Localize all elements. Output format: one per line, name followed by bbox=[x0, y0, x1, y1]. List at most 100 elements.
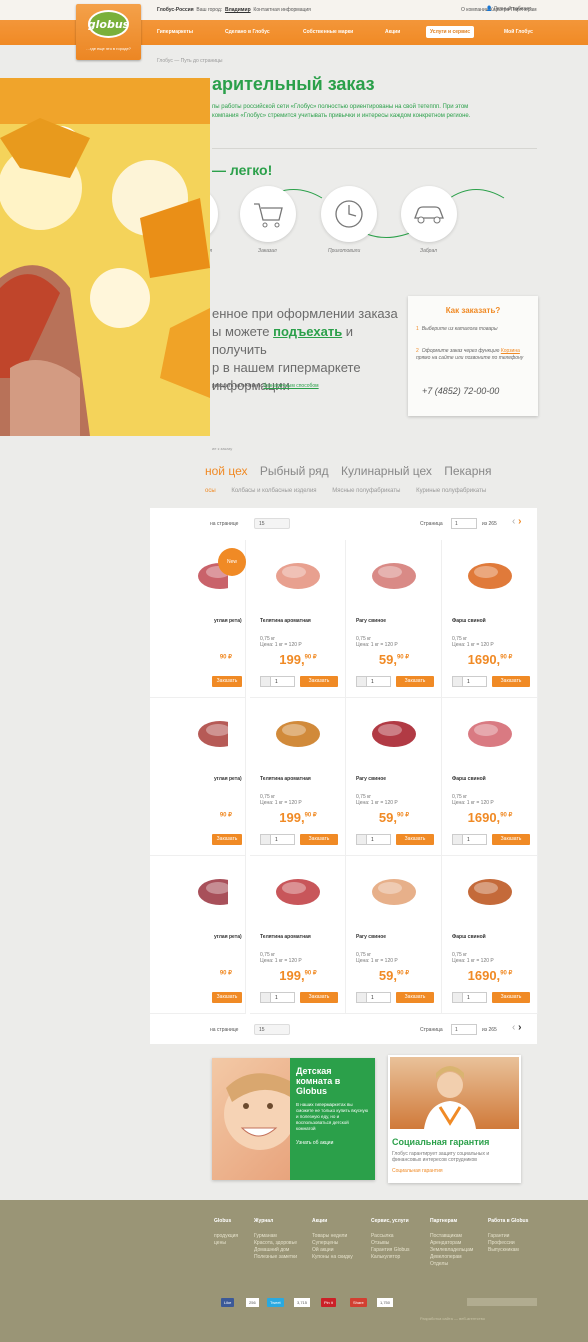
quantity-field[interactable]: 1 bbox=[452, 992, 487, 1003]
next-arrow-icon[interactable]: › bbox=[518, 516, 521, 527]
footer-col-links[interactable]: Рассылка Отзывы Гарантия Globus Калькуля… bbox=[371, 1233, 410, 1261]
product-card[interactable]: Рагу свиное 0,75 кг Цена: 1 кг = 120 Р 59,9… bbox=[346, 698, 442, 856]
per-page-select[interactable]: 15 bbox=[254, 518, 290, 529]
cart-link[interactable]: Корзина bbox=[501, 348, 520, 354]
product-card[interactable]: Телятина ароматная 0,75 кг Цена: 1 кг = 12… bbox=[250, 698, 346, 856]
prev-arrow-icon[interactable]: ‹ bbox=[512, 516, 515, 527]
product-name[interactable]: Телятина ароматная bbox=[260, 618, 311, 624]
product-image[interactable] bbox=[268, 870, 328, 910]
share-button[interactable]: Share bbox=[350, 1298, 367, 1307]
subtab-meat[interactable]: осы bbox=[205, 488, 216, 494]
prev-arrow-icon[interactable]: ‹ bbox=[512, 1022, 515, 1033]
nav-services[interactable]: Услуги и сервис bbox=[426, 26, 475, 38]
product-card[interactable]: Телятина ароматная 0,75 кг Цена: 1 кг = 12… bbox=[250, 856, 346, 1014]
product-card[interactable]: Фарш свиной 0,75 кг Цена: 1 кг = 120 Р 1690… bbox=[442, 540, 538, 698]
product-name[interactable]: Фарш свиной bbox=[452, 776, 486, 782]
page-arrows[interactable]: ‹ › bbox=[512, 516, 521, 527]
product-name[interactable]: Телятина ароматная bbox=[260, 776, 311, 782]
product-image[interactable] bbox=[364, 870, 424, 910]
come-by-link[interactable]: подъехать bbox=[273, 324, 342, 339]
product-card[interactable]: Рагу свиное 0,75 кг Цена: 1 кг = 120 Р 59,9… bbox=[346, 540, 442, 698]
order-button[interactable]: Заказать bbox=[212, 676, 242, 687]
nav-made-in-globus[interactable]: Сделано в Глобус bbox=[225, 29, 270, 35]
quantity-field[interactable]: 1 bbox=[452, 834, 487, 845]
order-button[interactable]: Заказать bbox=[492, 676, 530, 687]
product-image[interactable] bbox=[364, 712, 424, 752]
breadcrumb[interactable]: Глобус — Путь до страницы bbox=[157, 58, 223, 64]
tweet-button[interactable]: Tweet bbox=[267, 1298, 284, 1307]
tab-meat[interactable]: ной цех bbox=[205, 464, 248, 478]
facebook-like-button[interactable]: Like bbox=[221, 1298, 235, 1307]
order-button[interactable]: Заказать bbox=[492, 834, 530, 845]
nav-my-globus[interactable]: Мой Глобус bbox=[504, 29, 533, 35]
quantity-field[interactable]: 1 bbox=[356, 676, 391, 687]
footer-col-links[interactable]: Гурманам Красота, здоровье Домашний дом … bbox=[254, 1233, 297, 1261]
product-name[interactable]: углая рета) bbox=[214, 934, 244, 940]
product-image[interactable] bbox=[268, 712, 328, 752]
kids-room-link[interactable]: Узнать об акции bbox=[296, 1140, 369, 1146]
product-card[interactable]: углая рета) 90 ₽ Заказать bbox=[150, 698, 246, 856]
subtab-meat-semi[interactable]: Мясные полуфабрикаты bbox=[332, 488, 400, 494]
kids-room-banner[interactable]: Детская комната в Globus В наших гиперма… bbox=[212, 1058, 375, 1180]
product-card[interactable]: Фарш свиной 0,75 кг Цена: 1 кг = 120 Р 1690… bbox=[442, 856, 538, 1014]
product-card[interactable]: Телятина ароматная 0,75 кг Цена: 1 кг = 12… bbox=[250, 540, 346, 698]
product-name[interactable]: углая рета) bbox=[214, 618, 244, 624]
order-button[interactable]: Заказать bbox=[212, 834, 242, 845]
footer-col-links[interactable]: продукция цены bbox=[214, 1233, 238, 1247]
tab-fish[interactable]: Рыбный ряд bbox=[260, 464, 329, 478]
product-card[interactable]: углая рета) 90 ₽ Заказать bbox=[150, 856, 246, 1014]
next-arrow-icon[interactable]: › bbox=[518, 1022, 521, 1033]
product-card[interactable]: Фарш свиной 0,75 кг Цена: 1 кг = 120 Р 1690… bbox=[442, 698, 538, 856]
nav-promotions[interactable]: Акции bbox=[385, 29, 400, 35]
per-page-select[interactable]: 15 bbox=[254, 1024, 290, 1035]
product-image[interactable] bbox=[364, 554, 424, 594]
page-input[interactable]: 1 bbox=[451, 518, 477, 529]
footer-col-title[interactable]: Партнерам bbox=[430, 1218, 473, 1225]
quantity-field[interactable]: 1 bbox=[260, 834, 295, 845]
page-input[interactable]: 1 bbox=[451, 1024, 477, 1035]
subtab-chicken-semi[interactable]: Куриные полуфабрикаты bbox=[416, 488, 486, 494]
quantity-field[interactable]: 1 bbox=[260, 676, 295, 687]
order-button[interactable]: Заказать bbox=[300, 992, 338, 1003]
product-image[interactable] bbox=[168, 870, 242, 910]
product-name[interactable]: Фарш свиной bbox=[452, 618, 486, 624]
order-button[interactable]: Заказать bbox=[300, 676, 338, 687]
copyright[interactable]: Разработка сайта — веб-агентство bbox=[420, 1316, 485, 1321]
page-arrows[interactable]: ‹ › bbox=[512, 1022, 521, 1033]
order-button[interactable]: Заказать bbox=[212, 992, 242, 1003]
tab-culinary[interactable]: Кулинарный цех bbox=[341, 464, 432, 478]
footer-col-title[interactable]: Сервис, услуги bbox=[371, 1218, 410, 1225]
order-button[interactable]: Заказать bbox=[396, 992, 434, 1003]
product-name[interactable]: Рагу свиное bbox=[356, 934, 386, 940]
pinterest-button[interactable]: Pin it bbox=[321, 1298, 336, 1307]
subtab-sausages[interactable]: Колбасы и колбасные изделия bbox=[231, 488, 316, 494]
product-image[interactable] bbox=[460, 870, 520, 910]
footer-col-links[interactable]: Товары недели Суперцены Ой акции Купоны … bbox=[312, 1233, 353, 1261]
footer-col-title[interactable]: Журнал bbox=[254, 1218, 297, 1225]
contacts-link[interactable]: Контактная информация bbox=[253, 7, 310, 13]
order-button[interactable]: Заказать bbox=[396, 676, 434, 687]
city-selector[interactable]: Владимир bbox=[225, 7, 251, 13]
order-button[interactable]: Заказать bbox=[300, 834, 338, 845]
footer-col-links[interactable]: Гарантии Профессии Выпускникам bbox=[488, 1233, 528, 1254]
quantity-field[interactable]: 1 bbox=[356, 834, 391, 845]
order-button[interactable]: Заказать bbox=[492, 992, 530, 1003]
product-name[interactable]: Фарш свиной bbox=[452, 934, 486, 940]
product-image[interactable] bbox=[460, 554, 520, 594]
quantity-field[interactable]: 1 bbox=[452, 676, 487, 687]
tab-bakery[interactable]: Пекарня bbox=[444, 464, 491, 478]
region-link[interactable]: Глобус-Россия bbox=[157, 7, 194, 13]
quantity-field[interactable]: 1 bbox=[260, 992, 295, 1003]
social-guarantee-banner[interactable]: Социальная гарантия Глобус гарантирует з… bbox=[388, 1055, 521, 1183]
order-button[interactable]: Заказать bbox=[396, 834, 434, 845]
footer-col-title[interactable]: Работа в Globus bbox=[488, 1218, 528, 1225]
account-link[interactable]: 👤 Личный кабинет bbox=[486, 6, 531, 12]
product-name[interactable]: Рагу свиное bbox=[356, 618, 386, 624]
globus-logo[interactable]: globus …где еще это в городе? bbox=[76, 4, 141, 60]
footer-col-title[interactable]: Акции bbox=[312, 1218, 353, 1225]
footer-col-links[interactable]: Поставщикам Арендаторам Землевладельцам … bbox=[430, 1233, 473, 1268]
footer-col-title[interactable]: Globus bbox=[214, 1218, 238, 1225]
quantity-field[interactable]: 1 bbox=[356, 992, 391, 1003]
product-image[interactable] bbox=[460, 712, 520, 752]
nav-own-brands[interactable]: Собственные марки bbox=[303, 29, 353, 35]
